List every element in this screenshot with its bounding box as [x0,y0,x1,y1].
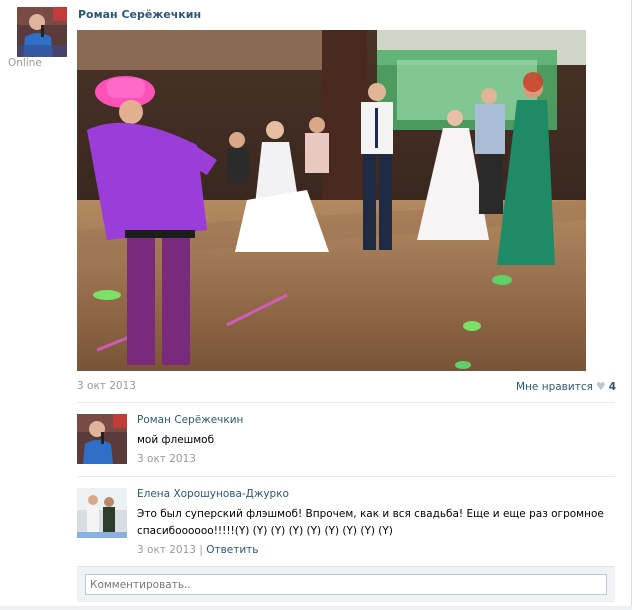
comment-author[interactable]: Роман Серёжечкин [137,414,243,426]
like-count: 4 [608,380,617,393]
comment-text: мой флешмоб [137,434,215,446]
author-avatar[interactable] [17,7,67,57]
comment-item: Роман Серёжечкин мой флешмоб 3 окт 2013 [77,414,617,470]
comment-text: Это был суперский флэшмоб! Впрочем, как … [137,508,604,537]
post-photo[interactable] [77,30,586,371]
frame-bottom-border [0,606,632,610]
divider [77,402,615,403]
comment-meta: 3 окт 2013 | Ответить [137,544,258,556]
comment-date[interactable]: 3 окт 2013 [137,544,196,556]
author-avatar-wrap[interactable] [17,7,67,57]
comment-author[interactable]: Елена Хорошунова-Джурко [137,488,289,500]
online-status: Online [8,57,42,69]
comment-form [77,566,615,602]
comment-meta: 3 окт 2013 [137,453,196,465]
frame-right-border [631,0,632,610]
heart-icon: ♥ [595,380,606,393]
comment-item: Елена Хорошунова-Джурко Это был суперски… [77,488,617,560]
comment-date[interactable]: 3 окт 2013 [137,453,196,465]
reply-link[interactable]: Ответить [206,544,258,556]
post-date[interactable]: 3 окт 2013 [77,380,136,392]
like-button[interactable]: Мне нравится ♥ 4 [516,380,616,393]
divider [77,476,615,477]
comment-avatar[interactable] [77,488,127,538]
comment-input[interactable] [85,574,607,595]
post-author-name[interactable]: Роман Серёжечкин [78,8,201,21]
like-label: Мне нравится [516,380,593,393]
comment-avatar[interactable] [77,414,127,464]
